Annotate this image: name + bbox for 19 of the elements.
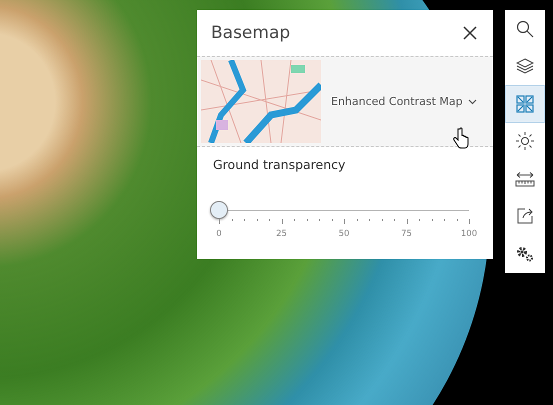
basemap-tool-button[interactable] — [505, 85, 545, 122]
tick-label: 0 — [216, 229, 222, 239]
gears-icon — [515, 244, 535, 263]
share-icon — [516, 207, 534, 226]
ruler-icon — [515, 170, 535, 188]
tick-label: 75 — [401, 229, 412, 239]
panel-title: Basemap — [211, 23, 290, 43]
search-icon — [516, 20, 534, 38]
tick-label: 25 — [276, 229, 287, 239]
layers-icon — [516, 57, 534, 76]
tick-label: 50 — [338, 229, 350, 239]
chevron-down-icon — [468, 98, 477, 104]
sun-icon — [516, 132, 534, 150]
close-icon — [463, 26, 477, 40]
tick-label: 100 — [460, 229, 478, 239]
slider-thumb[interactable] — [210, 201, 228, 219]
basemap-grid-icon — [516, 94, 534, 113]
basemap-dropdown[interactable]: Enhanced Contrast Map — [329, 93, 479, 110]
slider-label: Ground transparency — [213, 157, 346, 172]
